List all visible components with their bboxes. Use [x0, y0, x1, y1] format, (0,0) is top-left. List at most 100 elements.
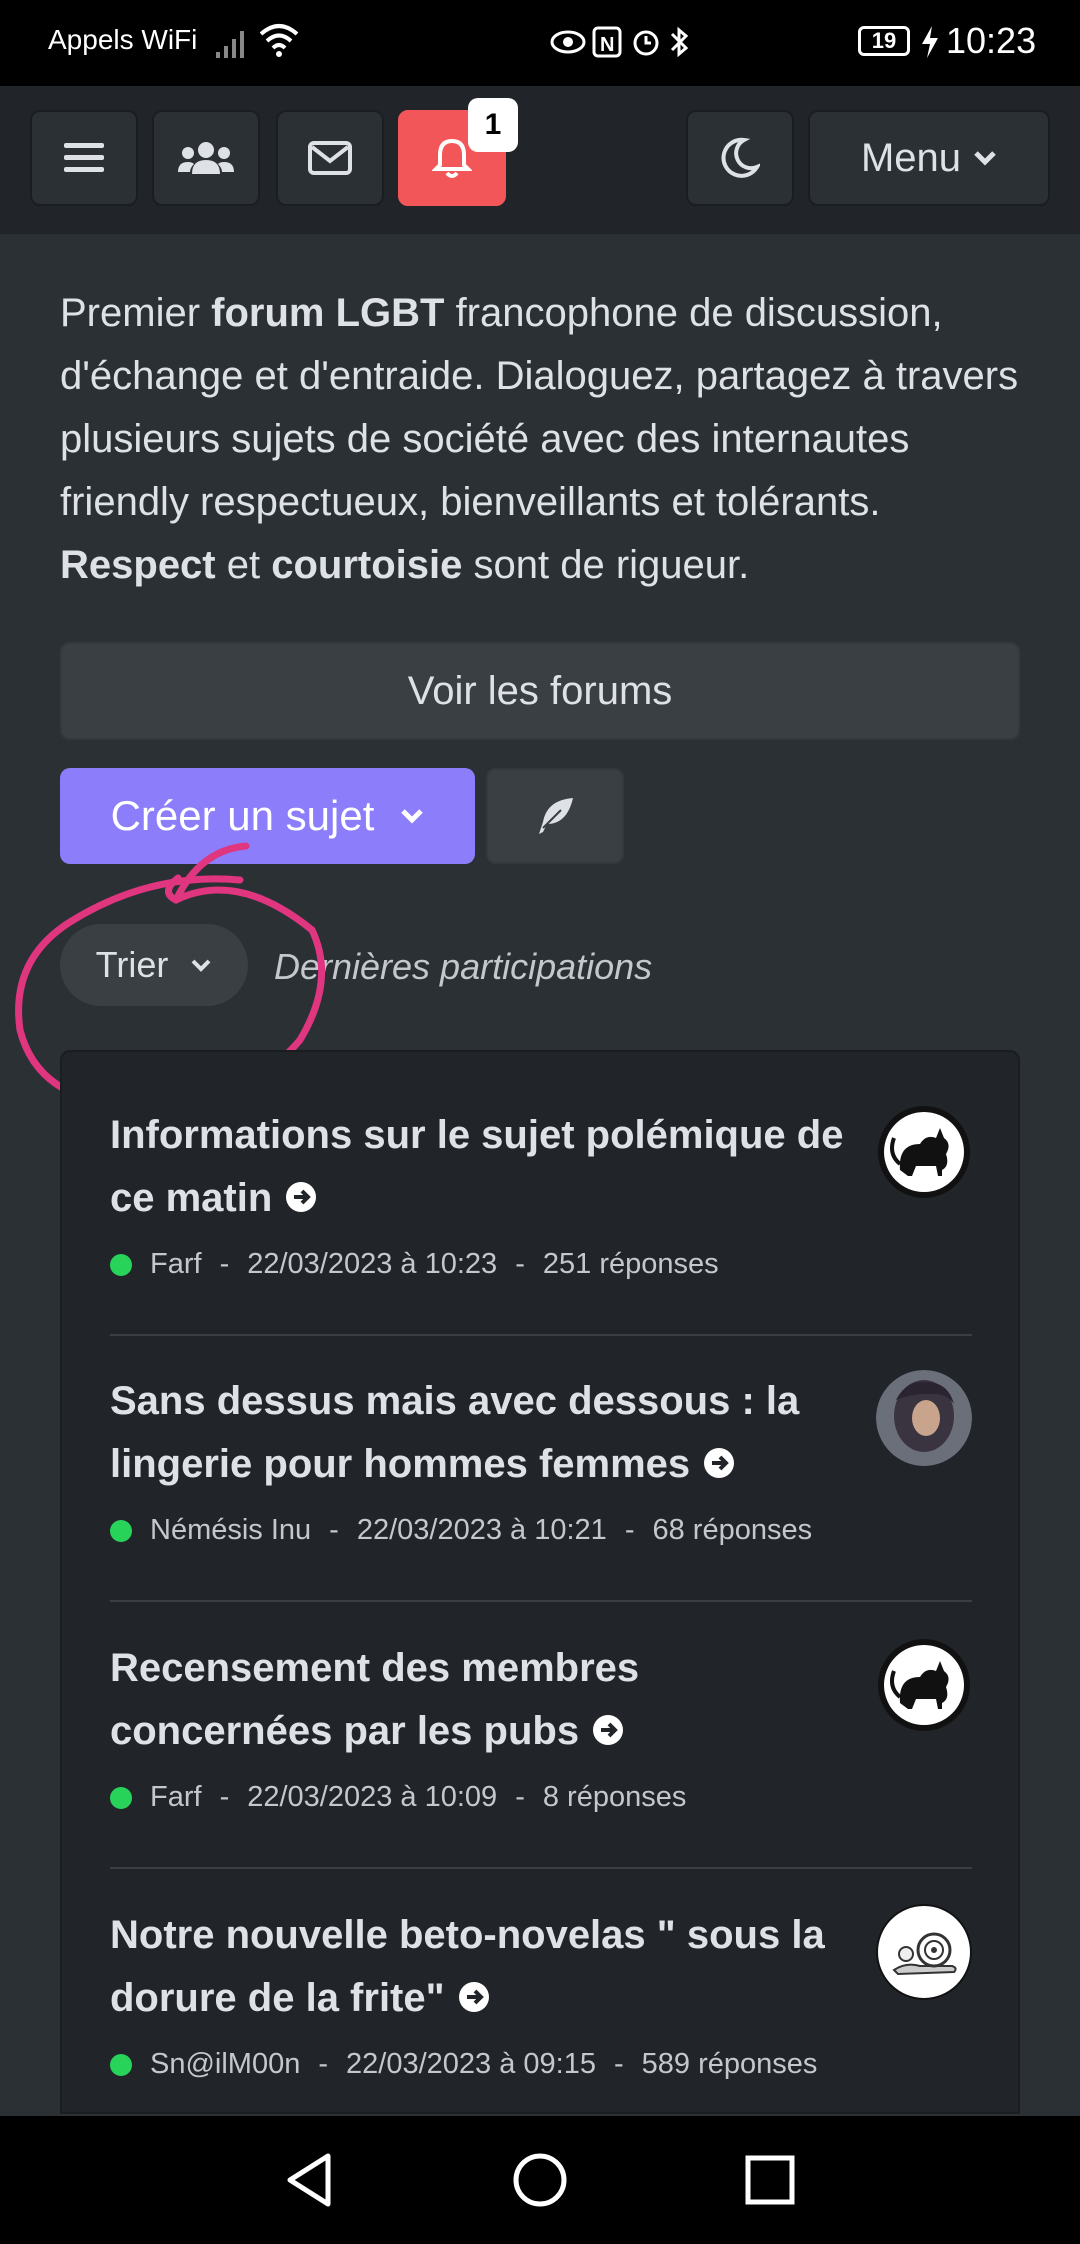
separator: -	[219, 1781, 230, 1813]
topic-date: 22/03/2023 à 10:09	[247, 1781, 498, 1813]
online-status-dot	[110, 1519, 132, 1542]
topic-author[interactable]: Farf	[150, 1248, 202, 1281]
topic-replies: 589 réponses	[641, 2048, 818, 2080]
topic-date: 22/03/2023 à 10:23	[247, 1248, 498, 1280]
topic-date: 22/03/2023 à 10:21	[356, 1514, 607, 1546]
home-icon[interactable]	[512, 2152, 568, 2208]
battery-level: 19	[858, 26, 910, 56]
clock: 10:23	[946, 20, 1037, 61]
topic-title[interactable]: Notre nouvelle beto-novelas " sous la do…	[110, 1904, 850, 2030]
users-icon	[178, 142, 234, 174]
separator: -	[624, 1514, 635, 1546]
snail-avatar-icon	[876, 1904, 972, 2000]
topic-title-text: Recensement des membres concernées par l…	[110, 1646, 640, 1753]
topic-meta: Sn@ilM00n - 22/03/2023 à 09:15- 589 répon…	[110, 2048, 972, 2081]
arrow-right-icon	[593, 1715, 624, 1746]
forum-intro-text: Premier forum LGBT francophone de discus…	[60, 282, 1020, 597]
arrow-right-icon	[286, 1182, 317, 1213]
topic-replies: 8 réponses	[542, 1781, 687, 1813]
sort-button[interactable]: Trier	[60, 924, 248, 1006]
system-navigation-bar	[0, 2116, 1080, 2244]
top-navbar: 1 Menu	[0, 86, 1080, 234]
topics-list: Informations sur le sujet polémique de c…	[60, 1050, 1020, 2114]
hamburger-icon	[64, 143, 104, 172]
topic-title[interactable]: Informations sur le sujet polémique de c…	[110, 1104, 850, 1230]
separator: -	[515, 1248, 525, 1280]
messages-button[interactable]	[276, 110, 384, 206]
back-icon[interactable]	[284, 2152, 336, 2208]
divider	[110, 1334, 972, 1336]
notifications-button[interactable]: 1	[398, 98, 518, 206]
avatar[interactable]	[876, 1370, 972, 1466]
black-cat-avatar-icon	[878, 1106, 970, 1198]
intro-bold-respect: Respect	[60, 543, 216, 587]
separator: -	[318, 2048, 329, 2080]
topic-meta: Némésis Inu - 22/03/2023 à 10:21- 68 répo…	[110, 1514, 972, 1547]
intro-text: sont de rigueur.	[462, 543, 750, 587]
separator: -	[329, 1514, 339, 1546]
topic-meta: Farf - 22/03/2023 à 10:09- 8 réponses	[110, 1781, 972, 1814]
system-status-icons: N	[550, 26, 689, 58]
topic-date: 22/03/2023 à 09:15	[346, 2048, 596, 2080]
create-topic-button[interactable]: Créer un sujet	[60, 768, 475, 864]
avatar[interactable]	[876, 1637, 972, 1733]
avatar[interactable]	[876, 1104, 972, 1200]
topic-author[interactable]: Némésis Inu	[150, 1514, 311, 1547]
topic-author[interactable]: Farf	[150, 1781, 202, 1814]
sort-button-label: Trier	[95, 944, 169, 985]
feather-icon	[539, 798, 573, 834]
arrow-right-icon	[458, 1982, 489, 2013]
chevron-down-icon	[191, 959, 211, 972]
create-topic-label: Créer un sujet	[110, 792, 375, 839]
separator: -	[219, 1248, 230, 1280]
topic-item[interactable]: Sans dessus mais avec dessous : la linge…	[110, 1370, 972, 1547]
topic-item[interactable]: Informations sur le sujet polémique de c…	[110, 1104, 972, 1281]
avatar[interactable]	[876, 1904, 972, 2000]
separator: -	[515, 1781, 525, 1813]
carrier-label: Appels WiFi	[48, 24, 198, 55]
online-status-dot	[110, 1253, 132, 1276]
black-cat-avatar-icon	[878, 1639, 970, 1731]
intro-text: Premier	[60, 291, 212, 335]
separator: -	[613, 2048, 624, 2080]
topic-title[interactable]: Sans dessus mais avec dessous : la linge…	[110, 1370, 850, 1496]
members-button[interactable]	[152, 110, 260, 206]
intro-bold-courtesy: courtoisie	[271, 543, 463, 587]
chevron-down-icon	[974, 151, 996, 166]
topic-item[interactable]: Notre nouvelle beto-novelas " sous la do…	[110, 1904, 972, 2081]
online-status-dot	[110, 1786, 132, 1809]
topic-replies: 251 réponses	[542, 1248, 719, 1280]
status-bar: Appels WiFi N 19 10:23	[0, 0, 1080, 86]
online-status-dot	[110, 2053, 132, 2076]
quick-post-button[interactable]	[486, 768, 624, 864]
main-menu-button[interactable]: Menu	[808, 110, 1050, 206]
wifi-icon	[259, 24, 299, 57]
moon-icon	[721, 137, 760, 178]
topic-title-text: Informations sur le sujet polémique de c…	[110, 1113, 844, 1220]
topic-item[interactable]: Recensement des membres concernées par l…	[110, 1637, 972, 1814]
view-forums-button[interactable]: Voir les forums	[60, 642, 1020, 740]
topic-author[interactable]: Sn@ilM00n	[150, 2048, 300, 2081]
theme-toggle-button[interactable]	[686, 110, 794, 206]
signal-icon	[216, 31, 244, 58]
recent-apps-icon[interactable]	[744, 2152, 796, 2208]
topic-title[interactable]: Recensement des membres concernées par l…	[110, 1637, 850, 1763]
menu-label: Menu	[860, 135, 962, 180]
topic-title-text: Sans dessus mais avec dessous : la linge…	[110, 1379, 800, 1486]
current-sort-label: Dernières participations	[274, 946, 653, 987]
topic-meta: Farf - 22/03/2023 à 10:23- 251 réponses	[110, 1248, 972, 1281]
arrow-right-icon	[704, 1448, 735, 1479]
intro-bold-forum: forum LGBT	[211, 291, 445, 335]
chevron-down-icon	[401, 809, 424, 824]
bell-icon	[432, 138, 472, 178]
hamburger-menu-button[interactable]	[30, 110, 138, 206]
charging-icon	[922, 26, 938, 58]
intro-text: et	[215, 543, 272, 587]
notification-badge: 1	[468, 98, 518, 152]
envelope-icon	[308, 141, 352, 175]
divider	[110, 1867, 972, 1869]
portrait-avatar-icon	[876, 1370, 972, 1466]
topic-replies: 68 réponses	[652, 1514, 813, 1546]
divider	[110, 1600, 972, 1602]
svg-text:N: N	[600, 34, 614, 56]
